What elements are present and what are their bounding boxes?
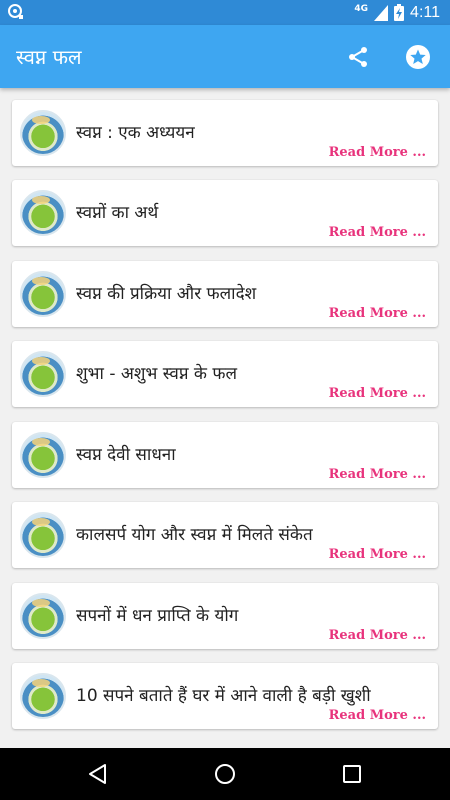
list-item[interactable]: कालसर्प योग और स्वप्न में मिलते संकेत Re… [12, 502, 438, 568]
read-more-link[interactable]: Read More ... [329, 225, 426, 240]
list-item[interactable]: 10 सपने बताते हैं घर में आने वाली है बड़… [12, 663, 438, 729]
item-thumbnail [20, 190, 66, 236]
share-icon[interactable] [346, 45, 370, 69]
read-more-link[interactable]: Read More ... [329, 628, 426, 643]
item-title: स्वप्न की प्रक्रिया और फलादेश [76, 284, 257, 304]
battery-icon [394, 4, 405, 21]
item-title: स्वप्नों का अर्थ [76, 203, 159, 223]
status-bar: 4G 4:11 [0, 0, 450, 25]
navigation-bar [0, 748, 450, 800]
read-more-link[interactable]: Read More ... [329, 386, 426, 401]
list-item[interactable]: स्वप्न देवी साधना Read More ... [12, 422, 438, 488]
favorite-star-icon[interactable] [405, 44, 431, 70]
item-thumbnail [20, 110, 66, 156]
item-title: शुभा - अशुभ स्वप्न के फल [76, 364, 237, 384]
list-item[interactable]: शुभा - अशुभ स्वप्न के फल Read More ... [12, 341, 438, 407]
item-thumbnail [20, 351, 66, 397]
back-icon[interactable] [86, 762, 110, 786]
item-title: स्वप्न : एक अध्ययन [76, 123, 195, 143]
signal-icon [374, 4, 389, 21]
list-item[interactable]: स्वप्नों का अर्थ Read More ... [12, 180, 438, 246]
read-more-link[interactable]: Read More ... [329, 547, 426, 562]
item-thumbnail [20, 432, 66, 478]
recents-icon[interactable] [340, 762, 364, 786]
network-type: 4G [354, 3, 369, 14]
read-more-link[interactable]: Read More ... [329, 467, 426, 482]
item-title: 10 सपने बताते हैं घर में आने वाली है बड़… [76, 686, 371, 706]
read-more-link[interactable]: Read More ... [329, 708, 426, 723]
item-title: स्वप्न देवी साधना [76, 445, 176, 465]
list-item[interactable]: स्वप्न : एक अध्ययन Read More ... [12, 100, 438, 166]
app-bar: स्वप्न फल [0, 25, 450, 88]
read-more-link[interactable]: Read More ... [329, 145, 426, 160]
list-item[interactable]: स्वप्न की प्रक्रिया और फलादेश Read More … [12, 261, 438, 327]
item-thumbnail [20, 271, 66, 317]
clock: 4:11 [410, 3, 440, 21]
item-thumbnail [20, 673, 66, 719]
read-more-link[interactable]: Read More ... [329, 306, 426, 321]
list-item[interactable]: सपनों में धन प्राप्ति के योग Read More .… [12, 583, 438, 649]
item-title: सपनों में धन प्राप्ति के योग [76, 606, 239, 626]
item-thumbnail [20, 593, 66, 639]
item-thumbnail [20, 512, 66, 558]
home-icon[interactable] [213, 762, 237, 786]
notification-icon [8, 4, 23, 19]
page-title: स्वप्न फल [16, 45, 82, 69]
item-title: कालसर्प योग और स्वप्न में मिलते संकेत [76, 525, 313, 545]
